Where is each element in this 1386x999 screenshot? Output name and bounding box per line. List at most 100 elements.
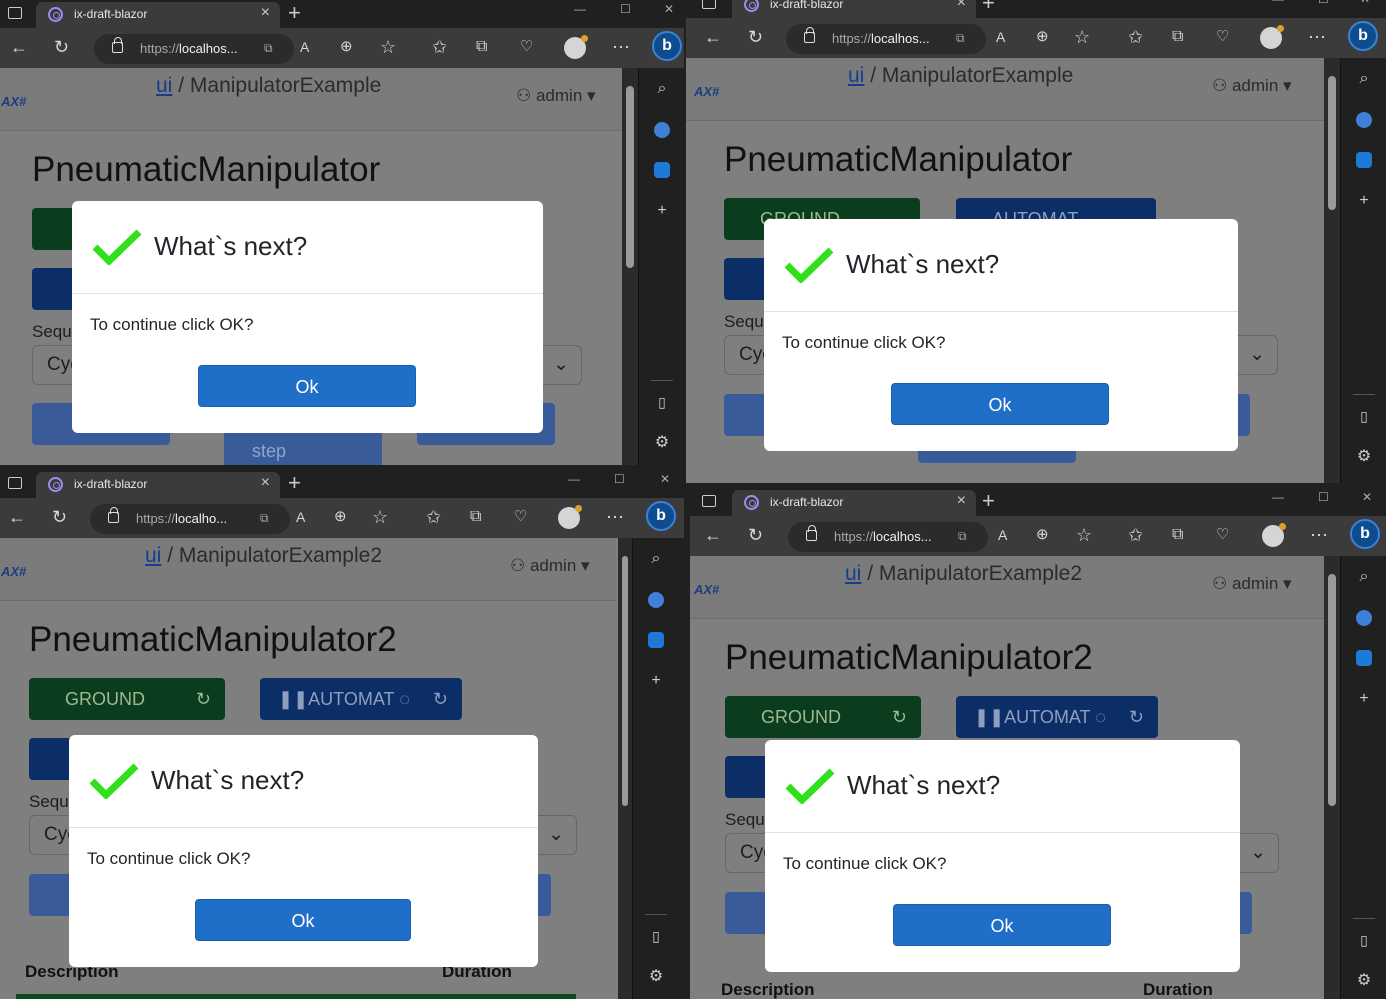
favorites-icon[interactable]: ✩: [1128, 26, 1143, 48]
outlook-icon[interactable]: [1356, 650, 1372, 666]
collections-icon[interactable]: ⧉: [470, 506, 481, 528]
zoom-icon[interactable]: ⊕: [1036, 26, 1049, 48]
browser-tab[interactable]: ix-draft-blazor ×: [36, 472, 280, 498]
more-menu-icon[interactable]: ⋯: [606, 506, 624, 528]
page-scrollbar[interactable]: [1324, 58, 1340, 483]
user-menu[interactable]: ⚇ admin ▾: [516, 86, 596, 106]
automat-button[interactable]: ❚❚AUTOMAT ◌ ↻: [956, 696, 1158, 738]
add-sidebar-app-icon[interactable]: +: [633, 672, 679, 690]
bing-chat-icon[interactable]: b: [652, 31, 682, 61]
ok-button[interactable]: Ok: [893, 904, 1111, 946]
add-sidebar-app-icon[interactable]: +: [639, 202, 684, 220]
outlook-icon[interactable]: [654, 162, 670, 178]
bing-chat-icon[interactable]: b: [1348, 21, 1378, 51]
copilot-icon[interactable]: [648, 592, 664, 608]
zoom-icon[interactable]: ⊕: [1036, 524, 1049, 546]
bing-chat-icon[interactable]: b: [646, 501, 676, 531]
collections-icon[interactable]: ⧉: [1172, 26, 1183, 48]
sidebar-toggle-icon[interactable]: ▯: [633, 928, 679, 945]
breadcrumb-root-link[interactable]: ui: [156, 74, 172, 97]
performance-icon[interactable]: ♡: [1216, 26, 1229, 48]
more-menu-icon[interactable]: ⋯: [1308, 26, 1326, 48]
address-bar[interactable]: https://localhos... ⧉: [94, 34, 294, 64]
back-icon[interactable]: ←: [704, 26, 722, 48]
performance-icon[interactable]: ♡: [514, 506, 527, 528]
copilot-icon[interactable]: [654, 122, 670, 138]
outlook-icon[interactable]: [648, 632, 664, 648]
ok-button[interactable]: Ok: [195, 899, 411, 941]
breadcrumb-root-link[interactable]: ui: [845, 562, 861, 585]
tab-close-icon[interactable]: ×: [957, 0, 966, 12]
tab-actions-icon[interactable]: [702, 495, 716, 507]
profile-avatar[interactable]: [564, 35, 588, 59]
search-icon[interactable]: ⌕: [1341, 70, 1386, 88]
breadcrumb-root-link[interactable]: ui: [145, 544, 161, 567]
breadcrumb-root-link[interactable]: ui: [848, 64, 864, 87]
settings-gear-icon[interactable]: ⚙: [1341, 970, 1386, 990]
search-icon[interactable]: ⌕: [633, 550, 679, 568]
refresh-icon[interactable]: ↻: [54, 36, 69, 58]
user-menu[interactable]: ⚇ admin ▾: [1212, 574, 1292, 594]
tab-actions-icon[interactable]: [8, 7, 22, 19]
search-icon[interactable]: ⌕: [639, 80, 684, 98]
close-window-button[interactable]: ✕: [1360, 0, 1370, 6]
close-window-button[interactable]: ✕: [660, 472, 670, 486]
favorite-star-icon[interactable]: ☆: [380, 36, 396, 58]
search-icon[interactable]: ⌕: [1341, 568, 1386, 586]
back-icon[interactable]: ←: [8, 506, 26, 528]
browser-tab[interactable]: ix-draft-blazor ×: [732, 490, 976, 516]
new-tab-button[interactable]: +: [982, 488, 995, 514]
browser-tab[interactable]: ix-draft-blazor ×: [732, 0, 976, 18]
close-window-button[interactable]: ✕: [1362, 490, 1372, 504]
maximize-button[interactable]: ☐: [614, 472, 625, 486]
ground-button[interactable]: GROUND ↻: [29, 678, 225, 720]
zoom-icon[interactable]: ⊕: [340, 36, 353, 58]
read-aloud-icon[interactable]: A: [996, 26, 1005, 48]
tab-close-icon[interactable]: ×: [957, 492, 966, 510]
bing-chat-icon[interactable]: b: [1350, 519, 1380, 549]
minimize-button[interactable]: —: [1272, 0, 1284, 6]
favorites-icon[interactable]: ✩: [432, 36, 447, 58]
page-scrollbar[interactable]: [622, 68, 638, 465]
new-tab-button[interactable]: +: [982, 0, 995, 16]
performance-icon[interactable]: ♡: [520, 36, 533, 58]
add-sidebar-app-icon[interactable]: +: [1341, 192, 1386, 210]
ok-button[interactable]: Ok: [198, 365, 416, 407]
open-app-icon[interactable]: ⧉: [958, 529, 967, 544]
sidebar-toggle-icon[interactable]: ▯: [1341, 408, 1386, 425]
copilot-icon[interactable]: [1356, 610, 1372, 626]
favorite-star-icon[interactable]: ☆: [1074, 26, 1090, 48]
user-menu[interactable]: ⚇ admin ▾: [510, 556, 590, 576]
ok-button[interactable]: Ok: [891, 383, 1109, 425]
refresh-icon[interactable]: ↻: [748, 26, 763, 48]
tab-actions-icon[interactable]: [702, 0, 716, 9]
open-app-icon[interactable]: ⧉: [956, 31, 965, 46]
collections-icon[interactable]: ⧉: [1172, 524, 1183, 546]
read-aloud-icon[interactable]: A: [998, 524, 1007, 546]
back-icon[interactable]: ←: [10, 36, 28, 58]
sidebar-toggle-icon[interactable]: ▯: [1341, 932, 1386, 949]
user-menu[interactable]: ⚇ admin ▾: [1212, 76, 1292, 96]
outlook-icon[interactable]: [1356, 152, 1372, 168]
address-bar[interactable]: https://localhos... ⧉: [786, 24, 986, 54]
address-bar[interactable]: https://localhos... ⧉: [788, 522, 988, 552]
more-menu-icon[interactable]: ⋯: [612, 36, 630, 58]
tab-close-icon[interactable]: ×: [261, 474, 270, 492]
new-tab-button[interactable]: +: [288, 0, 301, 26]
browser-tab[interactable]: ix-draft-blazor ×: [36, 2, 280, 28]
minimize-button[interactable]: —: [1272, 490, 1284, 504]
settings-gear-icon[interactable]: ⚙: [639, 432, 684, 452]
favorite-star-icon[interactable]: ☆: [372, 506, 388, 528]
profile-avatar[interactable]: [1260, 25, 1284, 49]
copilot-icon[interactable]: [1356, 112, 1372, 128]
settings-gear-icon[interactable]: ⚙: [633, 966, 679, 986]
read-aloud-icon[interactable]: A: [296, 506, 305, 528]
more-menu-icon[interactable]: ⋯: [1310, 524, 1328, 546]
favorites-icon[interactable]: ✩: [426, 506, 441, 528]
step-button[interactable]: step: [224, 430, 382, 465]
maximize-button[interactable]: ☐: [1318, 0, 1329, 6]
new-tab-button[interactable]: +: [288, 470, 301, 496]
read-aloud-icon[interactable]: A: [300, 36, 309, 58]
refresh-icon[interactable]: ↻: [52, 506, 67, 528]
page-scrollbar[interactable]: [1324, 556, 1340, 999]
